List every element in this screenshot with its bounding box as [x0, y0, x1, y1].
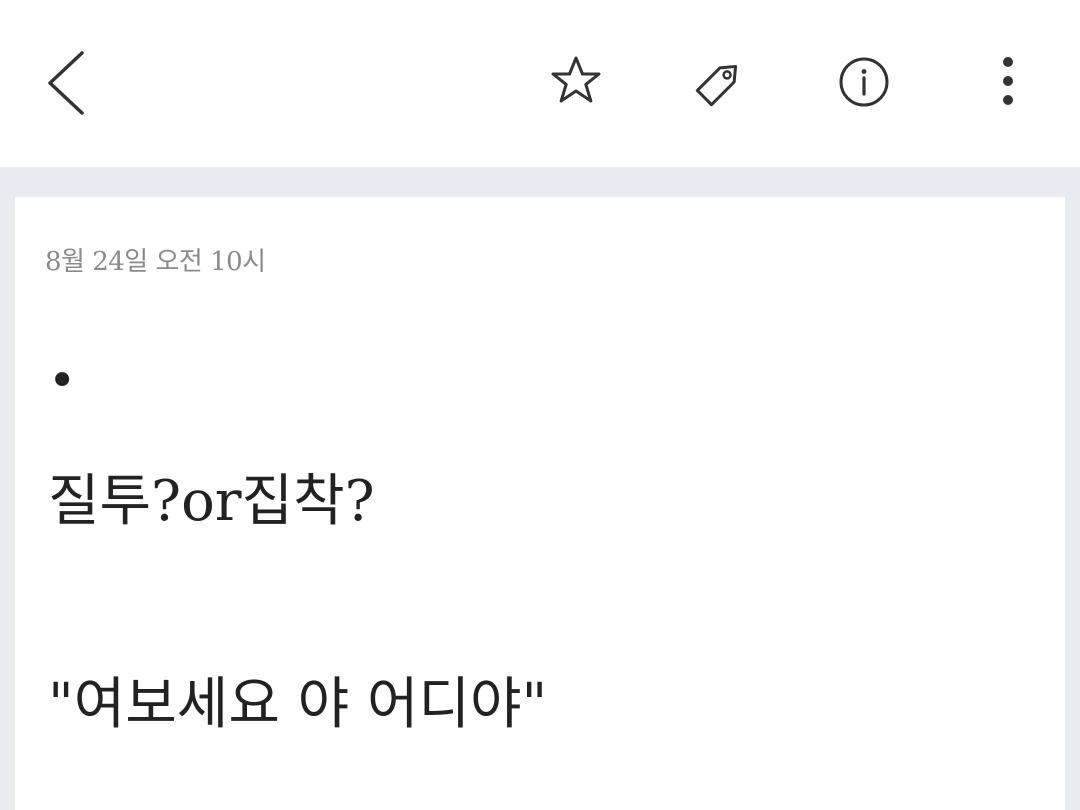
- note-timestamp: 8월 24일 오전 10시: [45, 247, 266, 277]
- note-line-quote: "여보세요 야 어디야": [48, 672, 548, 737]
- favorite-button[interactable]: [536, 42, 616, 122]
- more-options-button[interactable]: [968, 42, 1048, 122]
- back-button[interactable]: [32, 42, 112, 122]
- tag-icon: [695, 64, 738, 107]
- note-line-title: 질투?or집착?: [48, 469, 375, 534]
- tag-button[interactable]: [680, 42, 760, 122]
- top-toolbar: [0, 0, 1080, 167]
- more-vertical-icon: [1003, 57, 1013, 105]
- note-line-bullet: •: [48, 353, 77, 409]
- info-circle-icon: [839, 57, 889, 107]
- star-outline-icon: [551, 56, 601, 103]
- info-button[interactable]: [824, 42, 904, 122]
- chevron-left-icon: [48, 51, 84, 115]
- note-card: 8월 24일 오전 10시 • 질투?or집착? "여보세요 야 어디야": [15, 197, 1065, 810]
